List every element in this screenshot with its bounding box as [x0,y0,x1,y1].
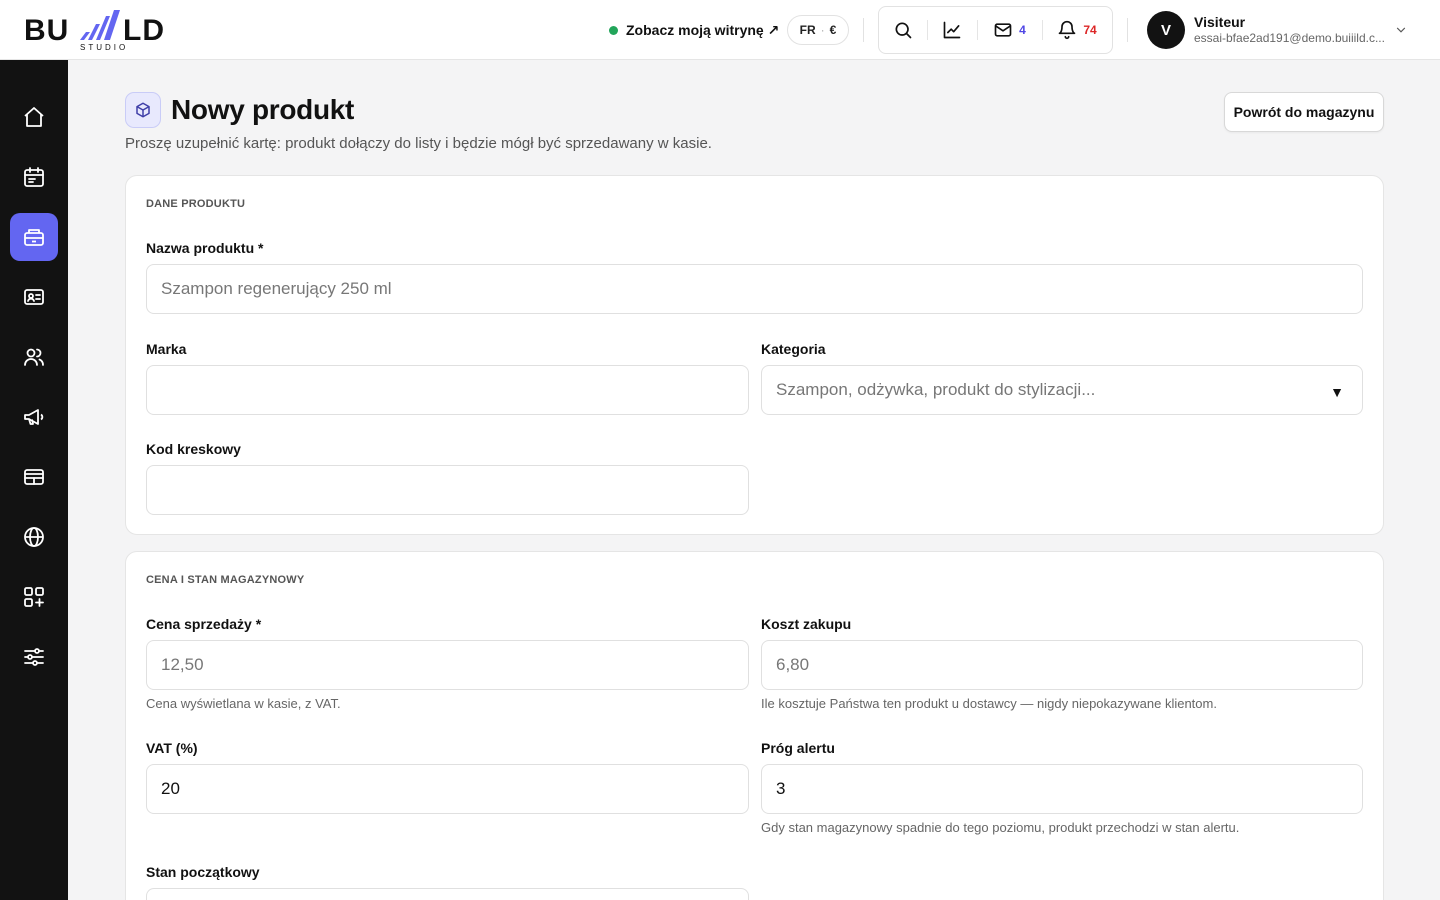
initial-stock-input[interactable] [146,888,749,900]
online-status-dot [609,25,618,35]
language-code: FR [799,23,816,37]
sale-price-placeholder: 12,50 [161,655,204,674]
price-stock-card: CENA I STAN MAGAZYNOWY Cena sprzedaży * … [125,551,1384,900]
sale-price-input[interactable]: 12,50 [146,640,749,690]
apps-grid-icon [24,587,44,607]
category-label: Kategoria [761,341,826,357]
brand-label: Marka [146,341,187,357]
id-card-icon [24,289,44,305]
sidebar-item-register[interactable] [10,453,58,501]
section-title: CENA I STAN MAGAZYNOWY [146,574,305,586]
category-placeholder: Szampon, odżywka, produkt do stylizacji.… [776,380,1096,399]
back-to-inventory-button[interactable]: Powrót do magazynu [1224,92,1384,132]
purchase-cost-placeholder: 6,80 [776,655,810,674]
sidebar-item-website[interactable] [10,513,58,561]
purchase-cost-hint: Ile kosztuje Państwa ten produkt u dosta… [761,696,1217,711]
dropdown-arrow-icon: ▼ [1330,384,1344,400]
messages-button[interactable]: 4 [977,6,1042,54]
cash-register-icon [24,469,44,485]
vat-input[interactable]: 20 [146,764,749,814]
alert-threshold-input[interactable]: 3 [761,764,1363,814]
notifications-count: 74 [1083,23,1097,37]
inventory-icon [24,229,44,246]
page-title: Nowy produkt [171,94,355,125]
language-currency-switcher[interactable]: FR · € [787,15,849,45]
megaphone-icon [24,409,44,425]
calendar-icon [24,167,44,187]
purchase-cost-label: Koszt zakupu [761,616,852,632]
alert-threshold-hint: Gdy stan magazynowy spadnie do tego pozi… [761,820,1240,835]
user-menu-chevron-icon[interactable] [1394,23,1408,42]
vat-label: VAT (%) [146,740,198,756]
users-icon [24,348,44,366]
package-icon [125,92,161,128]
globe-icon [24,527,44,547]
mail-icon [994,23,1012,37]
top-bar: BU LD STUDIO Zobacz moją witrynę ↗ FR · … [0,0,1440,60]
sidebar-item-apps[interactable] [10,573,58,621]
currency-symbol: € [829,23,837,37]
header-tools: 4 74 [878,6,1113,54]
sidebar-item-marketing[interactable] [10,393,58,441]
messages-count: 4 [1019,23,1026,37]
user-name[interactable]: Visiteur [1194,14,1245,30]
header-divider [1127,18,1128,42]
builld-studio-logo[interactable]: BU LD STUDIO [24,10,184,52]
svg-text:STUDIO: STUDIO [80,43,128,52]
alert-threshold-value: 3 [776,779,786,798]
sliders-icon [24,648,44,666]
search-button[interactable] [879,6,927,54]
product-name-label: Nazwa produktu * [146,240,264,256]
svg-text:BU: BU [24,14,69,47]
view-website-link[interactable]: Zobacz moją witrynę ↗ [609,20,779,40]
initial-stock-label: Stan początkowy [146,864,260,880]
sidebar-item-settings[interactable] [10,633,58,681]
sale-price-hint: Cena wyświetlana w kasie, z VAT. [146,696,341,711]
vat-value: 20 [161,779,180,798]
sale-price-label: Cena sprzedaży * [146,616,262,632]
sidebar-item-team[interactable] [10,333,58,381]
bell-icon [1058,20,1076,40]
notifications-button[interactable]: 74 [1042,6,1112,54]
svg-text:LD: LD [123,14,165,47]
barcode-input[interactable] [146,465,749,515]
section-title: DANE PRODUKTU [146,198,246,210]
page-subtitle: Proszę uzupełnić kartę: produkt dołączy … [125,135,712,152]
search-icon [895,22,912,39]
stats-button[interactable] [927,6,977,54]
home-icon [24,107,44,127]
sidebar-item-contacts[interactable] [10,273,58,321]
purchase-cost-input[interactable]: 6,80 [761,640,1363,690]
brand-input[interactable] [146,365,749,415]
product-data-card: DANE PRODUKTU Nazwa produktu * Szampon r… [125,175,1384,535]
sidebar-item-calendar[interactable] [10,153,58,201]
product-name-placeholder: Szampon regenerujący 250 ml [161,279,392,298]
chart-line-icon [943,21,961,39]
separator-dot: · [820,23,825,37]
user-avatar[interactable]: V [1147,11,1185,49]
category-select[interactable]: Szampon, odżywka, produkt do stylizacji.… [761,365,1363,415]
sidebar [0,60,68,900]
header-divider [863,18,864,42]
alert-threshold-label: Próg alertu [761,740,835,756]
sidebar-item-home[interactable] [10,93,58,141]
user-email: essai-bfae2ad191@demo.buiiild.c... [1194,31,1385,45]
view-website-label: Zobacz moją witrynę ↗ [626,21,780,38]
product-name-input[interactable]: Szampon regenerujący 250 ml [146,264,1363,314]
barcode-label: Kod kreskowy [146,441,241,457]
sidebar-item-inventory[interactable] [10,213,58,261]
